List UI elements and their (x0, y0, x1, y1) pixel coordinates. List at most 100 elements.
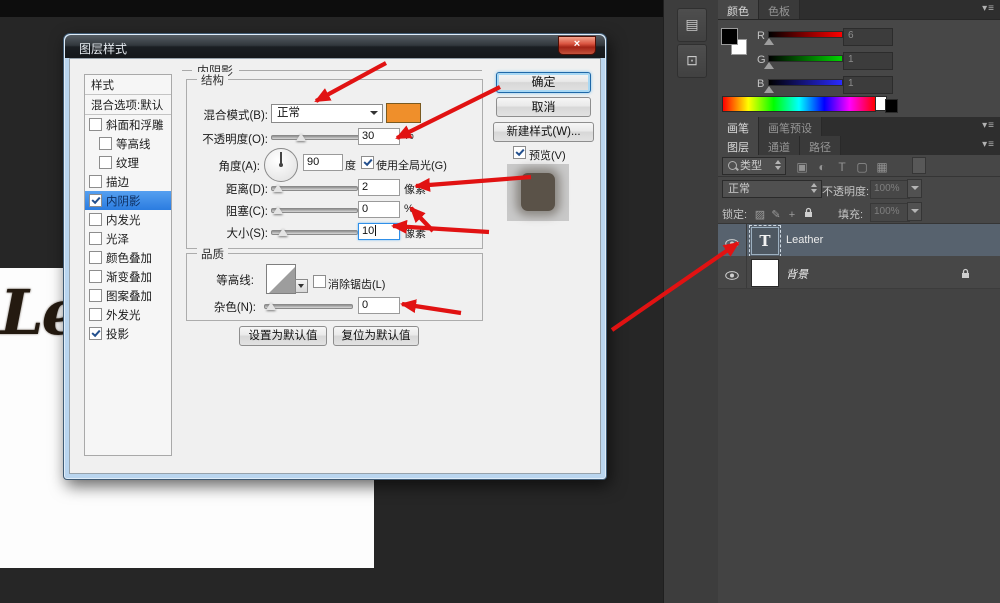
channel-slider[interactable] (768, 31, 843, 38)
channel-slider-thumb[interactable] (764, 62, 774, 69)
tab-颜色[interactable]: 颜色 (718, 0, 759, 19)
tab-通道[interactable]: 通道 (759, 136, 800, 155)
style-item-投影[interactable]: 投影 (85, 324, 171, 343)
ok-button[interactable]: 确定 (496, 72, 591, 93)
tab-画笔[interactable]: 画笔 (718, 117, 759, 136)
style-item-checkbox[interactable] (89, 175, 102, 188)
channel-value[interactable]: 6 (843, 28, 893, 46)
style-item-checkbox[interactable] (89, 308, 102, 321)
lock-position-icon[interactable]: + (784, 209, 800, 221)
panel-menu-icon[interactable]: ▾≡ (982, 120, 995, 131)
style-item-纹理[interactable]: 纹理 (85, 153, 171, 172)
antialias-checkbox[interactable] (313, 275, 326, 288)
shadow-color-swatch[interactable] (386, 103, 421, 123)
style-item-checkbox[interactable] (89, 213, 102, 226)
opacity-slider[interactable] (271, 135, 361, 140)
tab-色板[interactable]: 色板 (759, 0, 800, 19)
fill-dropdown[interactable] (907, 202, 922, 221)
contour-picker-arrow-icon[interactable] (295, 279, 308, 293)
dialog-titlebar[interactable]: 图层样式 × (65, 35, 605, 58)
filter-type-layers-icon[interactable]: T (832, 160, 852, 174)
distance-value[interactable]: 2 (358, 179, 400, 196)
layer-name[interactable]: 背景 (786, 266, 808, 282)
lock-all-icon[interactable] (800, 207, 816, 221)
layer-opacity-value[interactable]: 100% (870, 180, 910, 199)
filter-smart-object-icon[interactable]: ▦ (872, 160, 892, 174)
style-item-内阴影[interactable]: 内阴影 (85, 191, 171, 210)
layer-row-Leather[interactable]: T Leather (718, 224, 1000, 257)
style-item-内发光[interactable]: 内发光 (85, 210, 171, 229)
layer-opacity-dropdown[interactable] (907, 179, 922, 198)
size-slider[interactable] (271, 230, 358, 235)
style-item-描边[interactable]: 描边 (85, 172, 171, 191)
style-item-checkbox[interactable] (89, 118, 102, 131)
noise-slider-thumb[interactable] (266, 302, 276, 310)
layer-thumbnail[interactable]: T (751, 227, 779, 255)
channel-value[interactable]: 1 (843, 76, 893, 94)
style-item-混合选项:默认[interactable]: 混合选项:默认 (85, 95, 171, 115)
fill-value[interactable]: 100% (870, 203, 910, 222)
style-item-checkbox[interactable] (89, 289, 102, 302)
style-item-checkbox[interactable] (89, 251, 102, 264)
layer-name[interactable]: Leather (786, 234, 823, 246)
size-value[interactable]: 10 (358, 223, 400, 240)
contour-thumbnail[interactable] (266, 264, 296, 294)
blend-mode-dropdown[interactable]: 正常 (271, 104, 383, 123)
angle-value[interactable]: 90 (303, 154, 343, 171)
angle-dial[interactable] (264, 148, 298, 182)
channel-slider-thumb[interactable] (764, 38, 774, 45)
eye-icon[interactable] (725, 235, 739, 253)
style-item-渐变叠加[interactable]: 渐变叠加 (85, 267, 171, 286)
color-spectrum-ramp[interactable] (722, 96, 876, 112)
style-item-等高线[interactable]: 等高线 (85, 134, 171, 153)
black-chip[interactable] (885, 99, 898, 113)
layer-thumbnail[interactable] (751, 259, 779, 287)
close-icon[interactable]: × (558, 36, 596, 55)
style-item-颜色叠加[interactable]: 颜色叠加 (85, 248, 171, 267)
tab-画笔预设[interactable]: 画笔预设 (759, 117, 822, 136)
foreground-color-swatch[interactable] (721, 28, 738, 45)
tab-路径[interactable]: 路径 (800, 136, 841, 155)
distance-slider-thumb[interactable] (273, 184, 283, 192)
filter-toggle-icon[interactable] (912, 157, 926, 174)
cancel-button[interactable]: 取消 (496, 97, 591, 117)
style-item-checkbox[interactable] (89, 194, 102, 207)
layer-blend-mode-dropdown[interactable]: 正常 (722, 180, 822, 198)
choke-slider-thumb[interactable] (273, 206, 283, 214)
style-item-checkbox[interactable] (99, 137, 112, 150)
channel-slider-thumb[interactable] (764, 86, 774, 93)
style-item-checkbox[interactable] (89, 270, 102, 283)
filter-adjustment-layers-icon[interactable]: ◐ (812, 160, 832, 174)
eye-icon[interactable] (725, 267, 739, 285)
history-panel-icon[interactable]: ▤ (677, 8, 707, 42)
layer-row-背景[interactable]: 背景 (718, 256, 1000, 289)
size-slider-thumb[interactable] (278, 228, 288, 236)
opacity-value[interactable]: 30 (358, 128, 400, 145)
style-item-图案叠加[interactable]: 图案叠加 (85, 286, 171, 305)
layer-filter-kind-dropdown[interactable]: 类型 (722, 157, 786, 175)
lock-brush-icon[interactable]: ✎ (768, 208, 784, 221)
reset-default-button[interactable]: 复位为默认值 (333, 326, 419, 346)
filter-pixel-layers-icon[interactable]: ▣ (792, 160, 812, 174)
style-item-checkbox[interactable] (89, 327, 102, 340)
tab-图层[interactable]: 图层 (718, 136, 759, 155)
choke-slider[interactable] (271, 208, 358, 213)
opacity-slider-thumb[interactable] (296, 133, 306, 141)
filter-shape-layers-icon[interactable]: ▢ (852, 160, 872, 174)
global-light-checkbox[interactable] (361, 156, 374, 169)
set-default-button[interactable]: 设置为默认值 (239, 326, 327, 346)
style-item-斜面和浮雕[interactable]: 斜面和浮雕 (85, 115, 171, 134)
lock-transparency-icon[interactable]: ▨ (752, 208, 768, 221)
adjustments-panel-icon[interactable]: ⊡ (677, 44, 707, 78)
style-item-外发光[interactable]: 外发光 (85, 305, 171, 324)
style-item-checkbox[interactable] (89, 232, 102, 245)
preview-checkbox[interactable] (513, 146, 526, 159)
style-item-checkbox[interactable] (99, 156, 112, 169)
choke-value[interactable]: 0 (358, 201, 400, 218)
panel-menu-icon[interactable]: ▾≡ (982, 3, 995, 14)
channel-value[interactable]: 1 (843, 52, 893, 70)
new-style-button[interactable]: 新建样式(W)... (493, 122, 594, 142)
noise-value[interactable]: 0 (358, 297, 400, 314)
channel-slider[interactable] (768, 55, 843, 62)
style-item-光泽[interactable]: 光泽 (85, 229, 171, 248)
